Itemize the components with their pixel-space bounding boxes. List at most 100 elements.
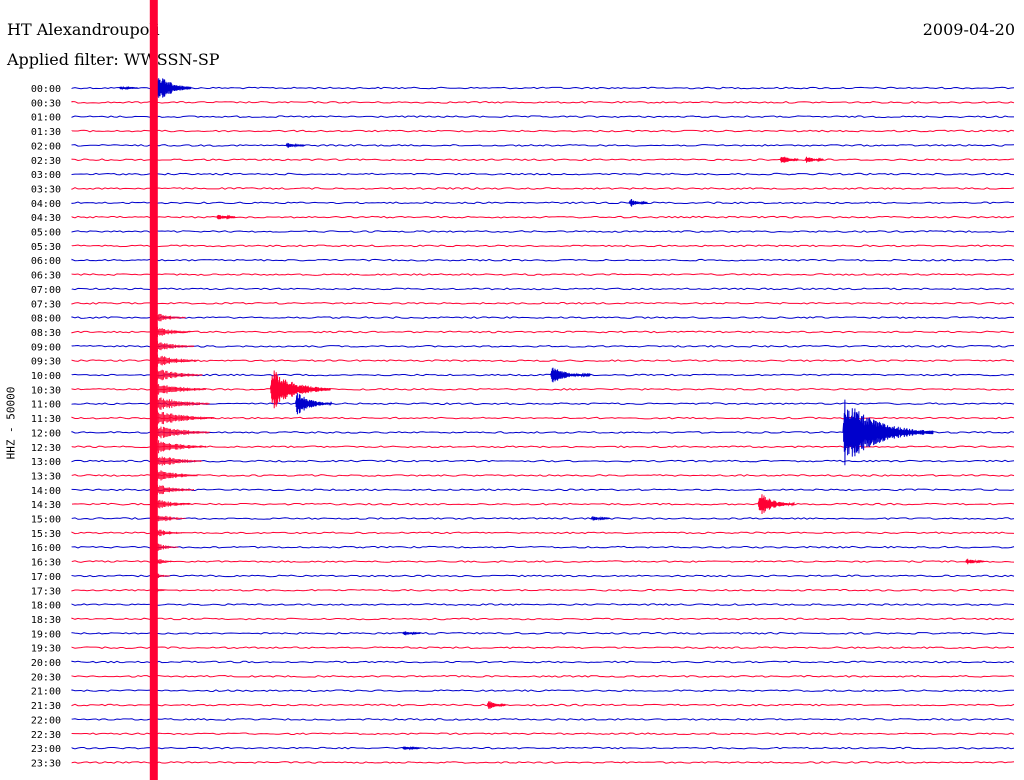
trace-line — [71, 144, 1015, 147]
row-label: 17:00 — [31, 572, 61, 583]
row-label: 23:30 — [31, 758, 61, 769]
trace-line — [71, 761, 1015, 764]
row-label: 10:30 — [31, 385, 61, 396]
row-label: 06:30 — [31, 271, 61, 282]
seismic-event — [590, 515, 610, 522]
row-label: 14:30 — [31, 500, 61, 511]
row-label: 03:00 — [31, 170, 61, 181]
trace-line — [71, 201, 1015, 205]
row-label: 16:30 — [31, 558, 61, 569]
trace-line — [71, 287, 1015, 291]
trace-line — [71, 316, 1015, 319]
seismic-event — [402, 631, 421, 636]
row-label: 22:00 — [31, 715, 61, 726]
trace-line — [71, 459, 1015, 463]
event-coda — [153, 312, 186, 323]
event-coda — [153, 396, 210, 412]
trace-line — [71, 273, 1015, 276]
row-label: 02:00 — [31, 141, 61, 152]
trace-line — [71, 560, 1015, 563]
trace-line — [71, 588, 1015, 592]
trace-line — [71, 388, 1015, 391]
trace-line — [71, 631, 1015, 635]
trace-line — [71, 574, 1015, 578]
trace-line — [71, 359, 1015, 362]
trace-line — [71, 646, 1015, 649]
row-label: 01:30 — [31, 127, 61, 138]
row-label: 05:00 — [31, 228, 61, 239]
helicorder-plot: 00:00 00:30 01:00 01:30 02:00 02:30 03:00 03:30… — [31, 0, 1015, 780]
row-label: 04:00 — [31, 199, 61, 210]
trace-line — [71, 660, 1015, 664]
seismic-event — [757, 494, 795, 515]
row-label: 02:30 — [31, 156, 61, 167]
row-label: 19:00 — [31, 629, 61, 640]
trace-line — [71, 545, 1015, 549]
row-label: 07:30 — [31, 299, 61, 310]
trace-line — [71, 172, 1015, 176]
row-label: 13:00 — [31, 457, 61, 468]
trace-line — [71, 402, 1015, 406]
row-label: 01:00 — [31, 113, 61, 124]
trace-line — [71, 718, 1015, 721]
event-coda — [153, 455, 203, 468]
row-label: 07:00 — [31, 285, 61, 296]
row-label: 18:00 — [31, 601, 61, 612]
trace-line — [71, 531, 1015, 535]
event-coda — [153, 470, 198, 481]
trace-line — [71, 703, 1015, 707]
seismic-event — [285, 142, 305, 148]
row-label: 23:00 — [31, 744, 61, 755]
row-label: 22:30 — [31, 730, 61, 741]
event-coda — [153, 512, 186, 525]
event-coda — [153, 558, 174, 565]
seismic-event — [628, 198, 648, 207]
row-label: 00:00 — [31, 84, 61, 95]
event-coda — [153, 542, 179, 552]
trace-line — [71, 158, 1015, 162]
trace-line — [71, 732, 1015, 736]
trace-line — [71, 187, 1015, 190]
row-label: 17:30 — [31, 586, 61, 597]
row-label: 11:30 — [31, 414, 61, 425]
row-label: 09:30 — [31, 357, 61, 368]
trace-line — [71, 689, 1014, 693]
trace-line — [71, 344, 1015, 348]
row-label: 12:30 — [31, 443, 61, 454]
row-label: 20:00 — [31, 658, 61, 669]
seismic-event — [118, 85, 138, 91]
event-coda — [153, 340, 194, 352]
row-label: 15:00 — [31, 515, 61, 526]
row-label: 14:00 — [31, 486, 61, 497]
row-label: 06:00 — [31, 256, 61, 267]
seismic-event — [402, 745, 421, 751]
event-coda — [153, 368, 203, 382]
seismic-event — [549, 367, 591, 383]
row-label: 05:30 — [31, 242, 61, 253]
trace-line — [71, 230, 1014, 233]
seismic-event — [216, 214, 236, 220]
row-label: 20:30 — [31, 672, 61, 683]
seismic-event — [779, 156, 799, 163]
trace-line — [71, 301, 1015, 305]
trace-line — [71, 488, 1015, 492]
seismic-event — [965, 558, 985, 565]
seismic-event — [486, 701, 506, 709]
trace-line — [71, 129, 1015, 133]
seismic-event — [842, 399, 934, 466]
row-label: 03:30 — [31, 184, 61, 195]
row-label: 18:30 — [31, 615, 61, 626]
row-label: 08:30 — [31, 328, 61, 339]
row-label: 12:00 — [31, 428, 61, 439]
event-coda — [153, 424, 210, 441]
row-label: 00:30 — [31, 98, 61, 109]
trace-line — [71, 746, 1015, 750]
seismic-event — [804, 156, 824, 163]
trace-line — [71, 215, 1015, 219]
trace-line — [71, 101, 1015, 104]
row-label: 21:30 — [31, 701, 61, 712]
trace-line — [71, 603, 1015, 606]
row-label: 11:00 — [31, 400, 61, 411]
trace-line — [71, 675, 1015, 678]
row-label: 16:00 — [31, 543, 61, 554]
